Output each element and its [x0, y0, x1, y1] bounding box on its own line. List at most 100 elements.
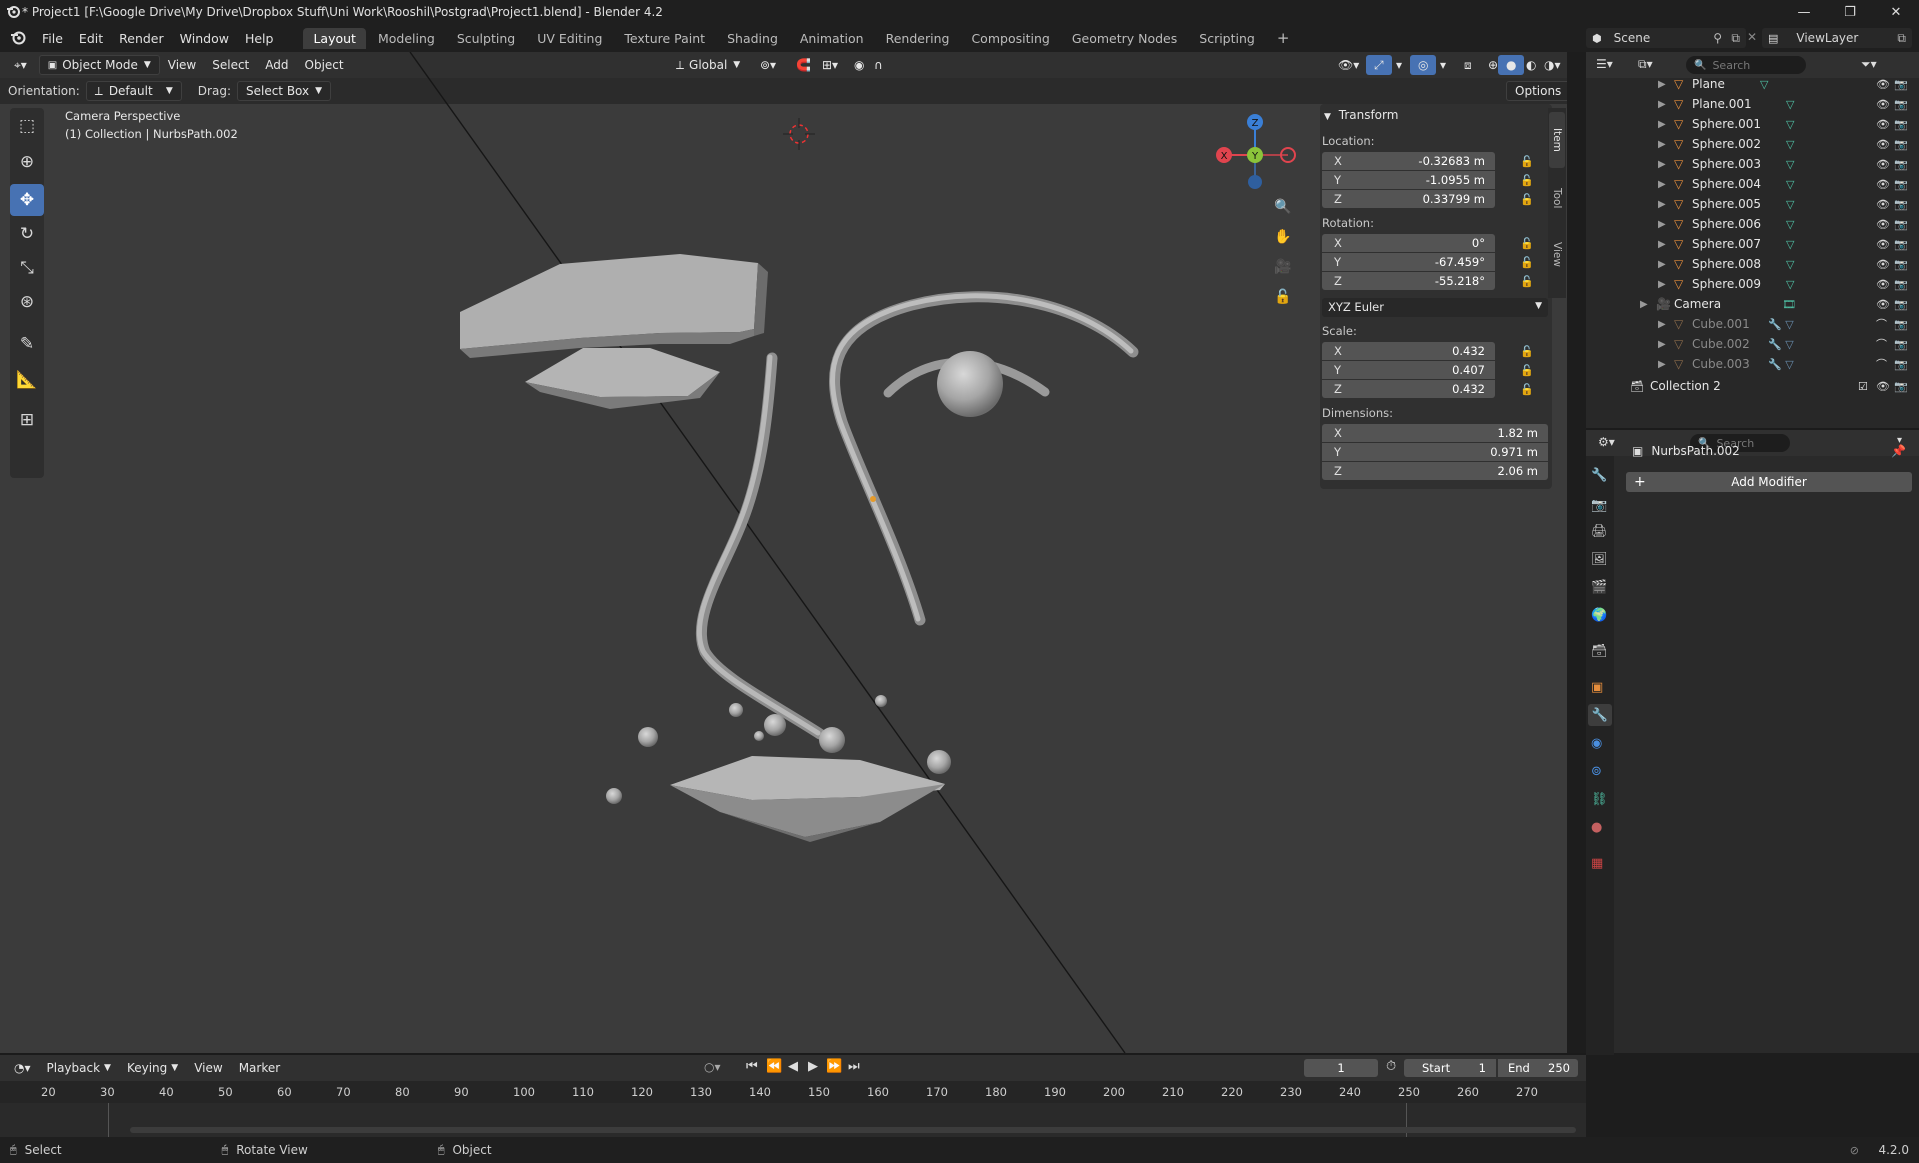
outliner-row[interactable]: ▶ 🎥 Camera 🎞 👁 📷 [1586, 294, 1919, 314]
render-camera-icon[interactable]: 📷 [1894, 78, 1908, 91]
tab-scripting[interactable]: Scripting [1189, 28, 1265, 49]
expand-arrow-icon[interactable]: ▶ [1658, 159, 1666, 170]
eye-icon[interactable]: 👁 [1876, 218, 1890, 231]
lock-icon[interactable]: 🔓 [1520, 345, 1534, 358]
tab-item[interactable]: Item [1549, 112, 1565, 168]
scale-y-field[interactable]: Y 0.407 [1322, 361, 1495, 379]
pin-icon[interactable]: 📌 [1891, 444, 1906, 458]
eye-icon[interactable]: 👁 [1876, 118, 1890, 131]
tab-rendering[interactable]: Rendering [876, 28, 960, 49]
jump-end-icon[interactable]: ⏭ [848, 1059, 860, 1074]
render-camera-icon[interactable]: 📷 [1894, 98, 1908, 111]
dimensions-y-field[interactable]: Y 0.971 m [1322, 443, 1548, 461]
eye-icon[interactable]: 👁 [1876, 380, 1890, 393]
display-mode-icon[interactable]: ⧉▾ [1638, 57, 1653, 72]
rotation-x-field[interactable]: X 0° [1322, 234, 1495, 252]
eye-icon[interactable]: 👁 [1876, 98, 1890, 111]
expand-arrow-icon[interactable]: ▶ [1658, 119, 1666, 130]
jump-keyframe-back-icon[interactable]: ⏪ [766, 1059, 782, 1074]
expand-arrow-icon[interactable]: ▶ [1658, 79, 1666, 90]
lock-icon[interactable]: 🔓 [1520, 193, 1534, 206]
tab-layout[interactable]: Layout [303, 27, 366, 49]
tab-animation[interactable]: Animation [790, 28, 874, 49]
filter-icon[interactable]: ⏷▾ [1861, 57, 1877, 72]
expand-arrow-icon[interactable]: ▶ [1658, 259, 1666, 270]
tab-compositing[interactable]: Compositing [961, 28, 1059, 49]
eye-icon[interactable]: 👁 [1876, 278, 1890, 291]
exclude-checkbox[interactable]: ☑ [1858, 380, 1868, 393]
render-camera-icon[interactable]: 📷 [1894, 258, 1908, 271]
view-layer-tab-icon[interactable]: 🖼 [1591, 552, 1608, 567]
view-layer-selector[interactable]: ▤ ViewLayer ⧉ [1762, 28, 1912, 48]
lock-icon[interactable]: 🔓 [1520, 256, 1534, 269]
tab-geometry-nodes[interactable]: Geometry Nodes [1062, 28, 1187, 49]
tab-texture-paint[interactable]: Texture Paint [614, 28, 715, 49]
tool-settings-tab-icon[interactable]: 🔧 [1591, 468, 1607, 483]
outliner-row[interactable]: ▶ ▽ Sphere.001 ▽ 👁 📷 [1586, 114, 1919, 134]
jump-start-icon[interactable]: ⏮ [746, 1059, 758, 1074]
eye-icon[interactable]: 👁 [1876, 178, 1890, 191]
close-window-button[interactable]: ✕ [1873, 0, 1919, 24]
mesh-data-icon[interactable]: ▽ [1786, 138, 1794, 151]
render-camera-icon[interactable]: 📷 [1894, 238, 1908, 251]
current-frame-field[interactable]: 1 [1304, 1059, 1378, 1077]
pin-icon[interactable]: ⚲ [1713, 31, 1722, 45]
restore-button[interactable]: ❐ [1827, 0, 1873, 24]
hidden-eye-icon[interactable]: ⌒ [1876, 336, 1887, 352]
scene-tab-icon[interactable]: 🎬 [1591, 580, 1607, 595]
material-tab-icon[interactable]: ● [1591, 820, 1602, 835]
pan-hand-icon[interactable]: ✋ [1270, 224, 1296, 250]
new-scene-icon[interactable]: ⧉ [1731, 31, 1740, 46]
outliner-row[interactable]: ▶ ▽ Sphere.004 ▽ 👁 📷 [1586, 174, 1919, 194]
expand-arrow-icon[interactable]: ▶ [1658, 99, 1666, 110]
tab-modeling[interactable]: Modeling [368, 28, 445, 49]
eye-icon[interactable]: 👁 [1876, 198, 1890, 211]
expand-arrow-icon[interactable]: ▶ [1658, 239, 1666, 250]
render-camera-icon[interactable]: 📷 [1894, 298, 1908, 311]
render-camera-icon[interactable]: 📷 [1894, 158, 1908, 171]
tab-tool[interactable]: Tool [1549, 172, 1565, 224]
render-camera-icon[interactable]: 📷 [1894, 338, 1908, 351]
marker-menu[interactable]: Marker [231, 1058, 288, 1078]
camera-data-icon[interactable]: 🎞 [1782, 298, 1796, 311]
timeline-scrollbar[interactable] [130, 1127, 1576, 1133]
new-view-layer-icon[interactable]: ⧉ [1897, 31, 1906, 46]
render-camera-icon[interactable]: 📷 [1894, 358, 1908, 371]
location-x-field[interactable]: X -0.32683 m [1322, 152, 1495, 170]
expand-arrow-icon[interactable]: ▶ [1658, 279, 1666, 290]
expand-arrow-icon[interactable]: ▶ [1658, 179, 1666, 190]
properties-editor-icon[interactable]: ⚙▾ [1598, 435, 1615, 449]
add-modifier-button[interactable]: + Add Modifier [1626, 472, 1912, 492]
outliner-row[interactable]: ▶ ▽ Sphere.008 ▽ 👁 📷 [1586, 254, 1919, 274]
play-icon[interactable]: ▶ [808, 1059, 818, 1074]
keyframe-area[interactable] [0, 1103, 1586, 1139]
render-camera-icon[interactable]: 📷 [1894, 380, 1908, 393]
expand-arrow-icon[interactable]: ▶ [1658, 199, 1666, 210]
scale-z-field[interactable]: Z 0.432 [1322, 380, 1495, 398]
mesh-data-icon[interactable]: ▽ [1786, 178, 1794, 191]
lock-icon[interactable]: 🔓 [1520, 383, 1534, 396]
lock-icon[interactable]: 🔓 [1520, 237, 1534, 250]
navigation-gizmo[interactable]: Z X Y [1210, 110, 1300, 200]
constraints-tab-icon[interactable]: ⛓ [1591, 792, 1608, 807]
menu-edit[interactable]: Edit [71, 31, 111, 46]
auto-keying-icon[interactable]: ○▾ [704, 1060, 721, 1074]
mesh-data-icon[interactable]: ▽ [1786, 158, 1794, 171]
lock-icon[interactable]: 🔓 [1520, 174, 1534, 187]
end-frame-field[interactable]: End 250 [1498, 1059, 1578, 1077]
particles-tab-icon[interactable]: ◉ [1591, 736, 1602, 751]
stopwatch-icon[interactable]: ⏱ [1386, 1059, 1396, 1074]
mesh-data-icon[interactable]: ▽ [1786, 258, 1794, 271]
mesh-data-icon[interactable]: ▽ [1786, 238, 1794, 251]
menu-file[interactable]: File [34, 31, 71, 46]
outliner-row-collection-2[interactable]: 🗃 Collection 2 ☑ 👁 📷 [1586, 376, 1919, 396]
outliner-editor-icon[interactable]: ☰▾ [1596, 57, 1613, 71]
eye-icon[interactable]: 👁 [1876, 258, 1890, 271]
modifier-tab-icon[interactable]: 🔧 [1588, 704, 1612, 726]
outliner-row[interactable]: ▶ ▽ Sphere.002 ▽ 👁 📷 [1586, 134, 1919, 154]
rotation-z-field[interactable]: Z -55.218° [1322, 272, 1495, 290]
menu-help[interactable]: Help [237, 31, 282, 46]
play-reverse-icon[interactable]: ◀ [788, 1059, 798, 1074]
render-camera-icon[interactable]: 📷 [1894, 278, 1908, 291]
dimensions-x-field[interactable]: X 1.82 m [1322, 424, 1548, 442]
